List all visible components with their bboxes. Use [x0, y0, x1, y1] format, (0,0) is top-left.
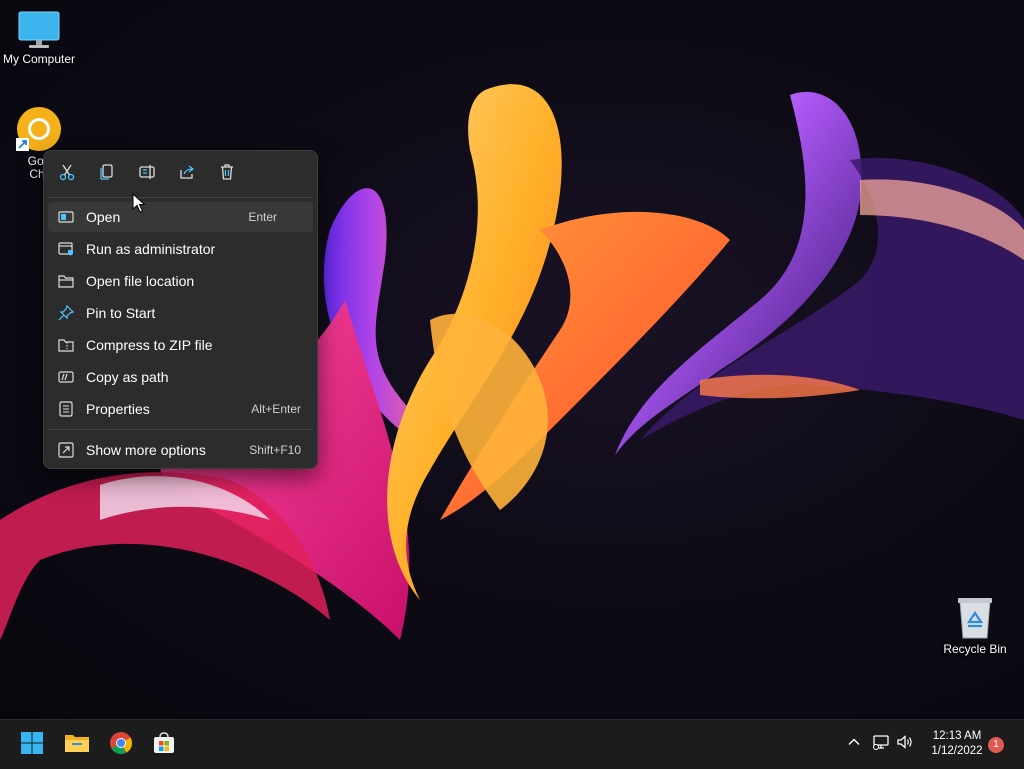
menu-item-shortcut: Enter [248, 210, 277, 224]
open-icon [58, 209, 74, 225]
menu-item-pin-to-start[interactable]: Pin to Start [48, 298, 313, 328]
chrome-canary-icon [16, 106, 62, 152]
properties-icon [58, 401, 74, 417]
chrome-icon [109, 731, 133, 760]
recycle-bin-icon [955, 596, 995, 640]
menu-item-run-as-administrator[interactable]: Run as administrator [48, 234, 313, 264]
show-hidden-icons-button[interactable] [842, 732, 866, 756]
folder-icon [58, 273, 74, 289]
menu-item-open-file-location[interactable]: Open file location [48, 266, 313, 296]
windows-start-icon [20, 731, 44, 760]
zip-folder-icon [58, 337, 74, 353]
volume-button[interactable] [893, 732, 917, 756]
pin-icon [58, 305, 74, 321]
rename-button[interactable] [132, 161, 162, 187]
cut-icon [58, 163, 76, 186]
microsoft-store-button[interactable] [147, 728, 181, 762]
microsoft-store-icon [152, 731, 176, 760]
menu-item-shortcut: Shift+F10 [249, 443, 301, 457]
menu-item-shortcut: Alt+Enter [251, 402, 301, 416]
taskbar: 12:13 AM 1/12/2022 1 [0, 719, 1024, 769]
menu-item-open[interactable]: Open Enter [48, 202, 313, 232]
desktop[interactable]: My Computer Goo Chr Recycle Bin Open Ent… [0, 0, 1024, 719]
clock[interactable]: 12:13 AM 1/12/2022 [918, 729, 996, 759]
context-menu: Open Enter Run as administrator Open fil… [43, 150, 318, 469]
monitor-icon [17, 10, 61, 50]
menu-item-label: Show more options [86, 442, 206, 458]
volume-icon [896, 733, 914, 756]
context-menu-toolbar [44, 151, 317, 197]
desktop-icon-label: Recycle Bin [943, 642, 1007, 656]
share-button[interactable] [172, 161, 202, 187]
menu-item-label: Open file location [86, 273, 195, 289]
start-button[interactable] [15, 728, 49, 762]
network-icon [872, 733, 890, 756]
share-icon [178, 163, 196, 186]
copy-path-icon [58, 369, 74, 385]
rename-icon [138, 163, 156, 186]
more-options-icon [58, 442, 74, 458]
menu-item-compress-to-zip[interactable]: Compress to ZIP file [48, 330, 313, 360]
desktop-icon-label: My Computer [2, 52, 76, 66]
copy-button[interactable] [92, 161, 122, 187]
menu-item-label: Compress to ZIP file [86, 337, 213, 353]
desktop-icon-my-computer[interactable]: My Computer [0, 10, 81, 66]
menu-item-show-more-options[interactable]: Show more options Shift+F10 [48, 435, 313, 465]
clock-date: 1/12/2022 [931, 745, 983, 757]
menu-item-copy-as-path[interactable]: Copy as path [48, 362, 313, 392]
network-button[interactable] [869, 732, 893, 756]
clock-time: 12:13 AM [932, 730, 982, 742]
menu-divider [48, 429, 313, 430]
menu-divider [48, 197, 313, 198]
copy-icon [98, 163, 116, 186]
file-explorer-icon [64, 731, 90, 760]
menu-item-label: Copy as path [86, 369, 169, 385]
delete-icon [218, 163, 236, 186]
file-explorer-button[interactable] [60, 728, 94, 762]
menu-item-label: Open [86, 209, 121, 225]
menu-item-properties[interactable]: Properties Alt+Enter [48, 394, 313, 424]
menu-item-label: Pin to Start [86, 305, 156, 321]
chevron-up-icon [847, 735, 861, 754]
mouse-cursor-icon [132, 192, 146, 218]
desktop-icon-recycle-bin[interactable]: Recycle Bin [933, 596, 1017, 656]
menu-item-label: Run as administrator [86, 241, 216, 257]
delete-button[interactable] [212, 161, 242, 187]
run-as-admin-icon [58, 241, 74, 257]
chrome-button[interactable] [104, 728, 138, 762]
menu-item-label: Properties [86, 401, 150, 417]
cut-button[interactable] [52, 161, 82, 187]
notification-badge[interactable]: 1 [988, 737, 1004, 753]
